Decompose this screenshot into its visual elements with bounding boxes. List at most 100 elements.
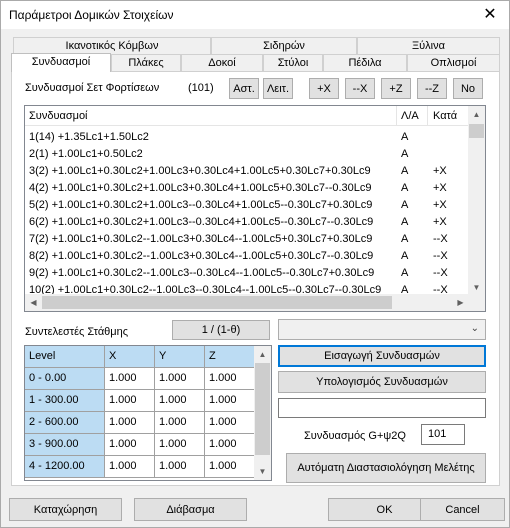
grid-header-level: Level (25, 346, 105, 368)
tab-footings[interactable]: Πέδιλα (323, 54, 407, 71)
scroll-down-icon[interactable]: ▼ (254, 463, 271, 480)
scroll-thumb[interactable] (469, 124, 484, 138)
auto-design-button[interactable]: Αυτόματη Διαστασιολόγηση Μελέτης (286, 453, 486, 483)
list-item[interactable]: 5(2) +1.00Lc1+0.30Lc2+1.00Lc3--0.30Lc4+1… (25, 197, 469, 214)
close-icon[interactable]: ✕ (479, 4, 501, 26)
minus-z-button[interactable]: --Z (417, 78, 447, 99)
plus-x-button[interactable]: +X (309, 78, 339, 99)
list-item[interactable]: 4(2) +1.00Lc1+0.30Lc2+1.00Lc3+0.30Lc4+1.… (25, 180, 469, 197)
calculate-combinations-button[interactable]: Υπολογισμός Συνδυασμών (278, 371, 486, 393)
header-la[interactable]: Λ/Α (401, 110, 419, 122)
grid-header-y: Y (155, 346, 205, 368)
service-button[interactable]: Λειτ. (263, 78, 293, 99)
grid-y-cell[interactable]: 1.000 (155, 390, 205, 412)
header-direction[interactable]: Κατά (433, 110, 457, 122)
grid-z-cell[interactable]: 1.000 (205, 390, 255, 412)
list-item[interactable]: 1(14) +1.35Lc1+1.50Lc2 A (25, 129, 469, 146)
grid-x-cell[interactable]: 1.000 (105, 434, 155, 456)
tab-steel[interactable]: Σιδηρών (211, 37, 357, 54)
scroll-thumb[interactable] (42, 296, 392, 309)
scroll-up-icon[interactable]: ▲ (468, 106, 485, 123)
list-item[interactable]: 9(2) +1.00Lc1+0.30Lc2--1.00Lc3--0.30Lc4-… (25, 265, 469, 282)
window-title: Παράμετροι Δομικών Στοιχείων (9, 8, 174, 22)
grid-x-cell[interactable]: 1.000 (105, 368, 155, 390)
list-header: Συνδυασμοί Λ/Α Κατά (25, 106, 469, 126)
header-combinations[interactable]: Συνδυασμοί (29, 110, 88, 122)
grid-level-cell[interactable]: 4 - 1200.00 (25, 456, 105, 478)
tab-label: Δοκοί (208, 57, 236, 69)
level-coeffs-grid[interactable]: Level X Y Z 0 - 0.00 1.000 1.000 1.000 1… (24, 345, 272, 481)
save-button[interactable]: Καταχώρηση (9, 498, 122, 521)
combinations-list[interactable]: Συνδυασμοί Λ/Α Κατά 1(14) +1.35Lc1+1.50L… (24, 105, 486, 312)
tab-label: Οπλισμοί (430, 57, 477, 69)
combo-text: 7(2) +1.00Lc1+0.30Lc2--1.00Lc3+0.30Lc4--… (29, 233, 373, 245)
minus-x-button[interactable]: --X (345, 78, 375, 99)
scroll-corner (468, 294, 485, 311)
combo-la: A (401, 250, 409, 262)
grid-level-cell[interactable]: 2 - 600.00 (25, 412, 105, 434)
scroll-up-icon[interactable]: ▲ (254, 346, 271, 363)
list-item[interactable]: 8(2) +1.00Lc1+0.30Lc2--1.00Lc3+0.30Lc4--… (25, 248, 469, 265)
grid-level-cell[interactable]: 0 - 0.00 (25, 368, 105, 390)
list-vertical-scrollbar[interactable]: ▲ ▼ (468, 106, 485, 296)
scroll-thumb[interactable] (255, 363, 270, 455)
scroll-right-icon[interactable]: ▶ (452, 294, 469, 311)
tab-slabs[interactable]: Πλάκες (111, 54, 181, 71)
grid-x-cell[interactable]: 1.000 (105, 390, 155, 412)
tab-label: Στύλοι (277, 57, 309, 69)
tab-combinations[interactable]: Συνδυασμοί (11, 53, 111, 72)
tab-columns[interactable]: Στύλοι (263, 54, 323, 71)
tab-label: Συνδυασμοί (31, 56, 91, 68)
combo-text: 4(2) +1.00Lc1+0.30Lc2+1.00Lc3+0.30Lc4+1.… (29, 182, 372, 194)
combination-dropdown[interactable]: ⌄ (278, 319, 486, 340)
grid-y-cell[interactable]: 1.000 (155, 412, 205, 434)
grid-y-cell[interactable]: 1.000 (155, 434, 205, 456)
grid-level-cell[interactable]: 3 - 900.00 (25, 434, 105, 456)
load-sets-label: Συνδυασμοί Σετ Φορτίσεων (25, 82, 160, 94)
list-horizontal-scrollbar[interactable]: ◀ ▶ (25, 294, 469, 311)
grid-z-cell[interactable]: 1.000 (205, 434, 255, 456)
read-button[interactable]: Διάβασμα (134, 498, 247, 521)
combo-dir: --X (433, 233, 448, 245)
grid-vertical-scrollbar[interactable]: ▲ ▼ (254, 346, 271, 480)
grid-z-cell[interactable]: 1.000 (205, 456, 255, 478)
list-item[interactable]: 2(1) +1.00Lc1+0.50Lc2 A (25, 146, 469, 163)
g-combination-input[interactable]: 101 (421, 424, 465, 445)
cancel-button[interactable]: Cancel (420, 498, 505, 521)
grid-x-cell[interactable]: 1.000 (105, 412, 155, 434)
tab-capacity-joints[interactable]: Ικανοτικός Κόμβων (13, 37, 211, 54)
combo-la: A (401, 233, 409, 245)
combo-la: A (401, 131, 409, 143)
list-item[interactable]: 6(2) +1.00Lc1+0.30Lc2+1.00Lc3--0.30Lc4+1… (25, 214, 469, 231)
tab-timber[interactable]: Ξύλινα (357, 37, 500, 54)
grid-y-cell[interactable]: 1.000 (155, 368, 205, 390)
combo-dir: --X (433, 267, 448, 279)
tab-label: Πέδιλα (348, 57, 382, 69)
combo-text: 6(2) +1.00Lc1+0.30Lc2+1.00Lc3--0.30Lc4+1… (29, 216, 374, 228)
tab-label: Σιδηρών (263, 40, 305, 52)
list-item[interactable]: 3(2) +1.00Lc1+0.30Lc2+1.00Lc3+0.30Lc4+1.… (25, 163, 469, 180)
plus-z-button[interactable]: +Z (381, 78, 411, 99)
grid-z-cell[interactable]: 1.000 (205, 368, 255, 390)
grid-z-cell[interactable]: 1.000 (205, 412, 255, 434)
grid-x-cell[interactable]: 1.000 (105, 456, 155, 478)
combo-dir: +X (433, 182, 447, 194)
grid-header-z: Z (205, 346, 255, 368)
dialog-window: Παράμετροι Δομικών Στοιχείων ✕ Ικανοτικό… (0, 0, 510, 528)
combo-la: A (401, 165, 409, 177)
tab-beams[interactable]: Δοκοί (181, 54, 263, 71)
combo-text: 8(2) +1.00Lc1+0.30Lc2--1.00Lc3+0.30Lc4--… (29, 250, 374, 262)
grid-y-cell[interactable]: 1.000 (155, 456, 205, 478)
grid-level-cell[interactable]: 1 - 300.00 (25, 390, 105, 412)
combo-la: A (401, 216, 409, 228)
combo-la: A (401, 267, 409, 279)
ultimate-button[interactable]: Αστ. (229, 78, 259, 99)
combination-text-field[interactable] (278, 398, 486, 418)
theta-button[interactable]: 1 / (1-θ) (172, 320, 270, 340)
no-button[interactable]: No (453, 78, 483, 99)
scroll-left-icon[interactable]: ◀ (25, 294, 42, 311)
list-item[interactable]: 7(2) +1.00Lc1+0.30Lc2--1.00Lc3+0.30Lc4--… (25, 231, 469, 248)
combo-text: 9(2) +1.00Lc1+0.30Lc2--1.00Lc3--0.30Lc4-… (29, 267, 375, 279)
insert-combinations-button[interactable]: Εισαγωγή Συνδυασμών (278, 345, 486, 367)
tab-reinforcement[interactable]: Οπλισμοί (407, 54, 500, 71)
